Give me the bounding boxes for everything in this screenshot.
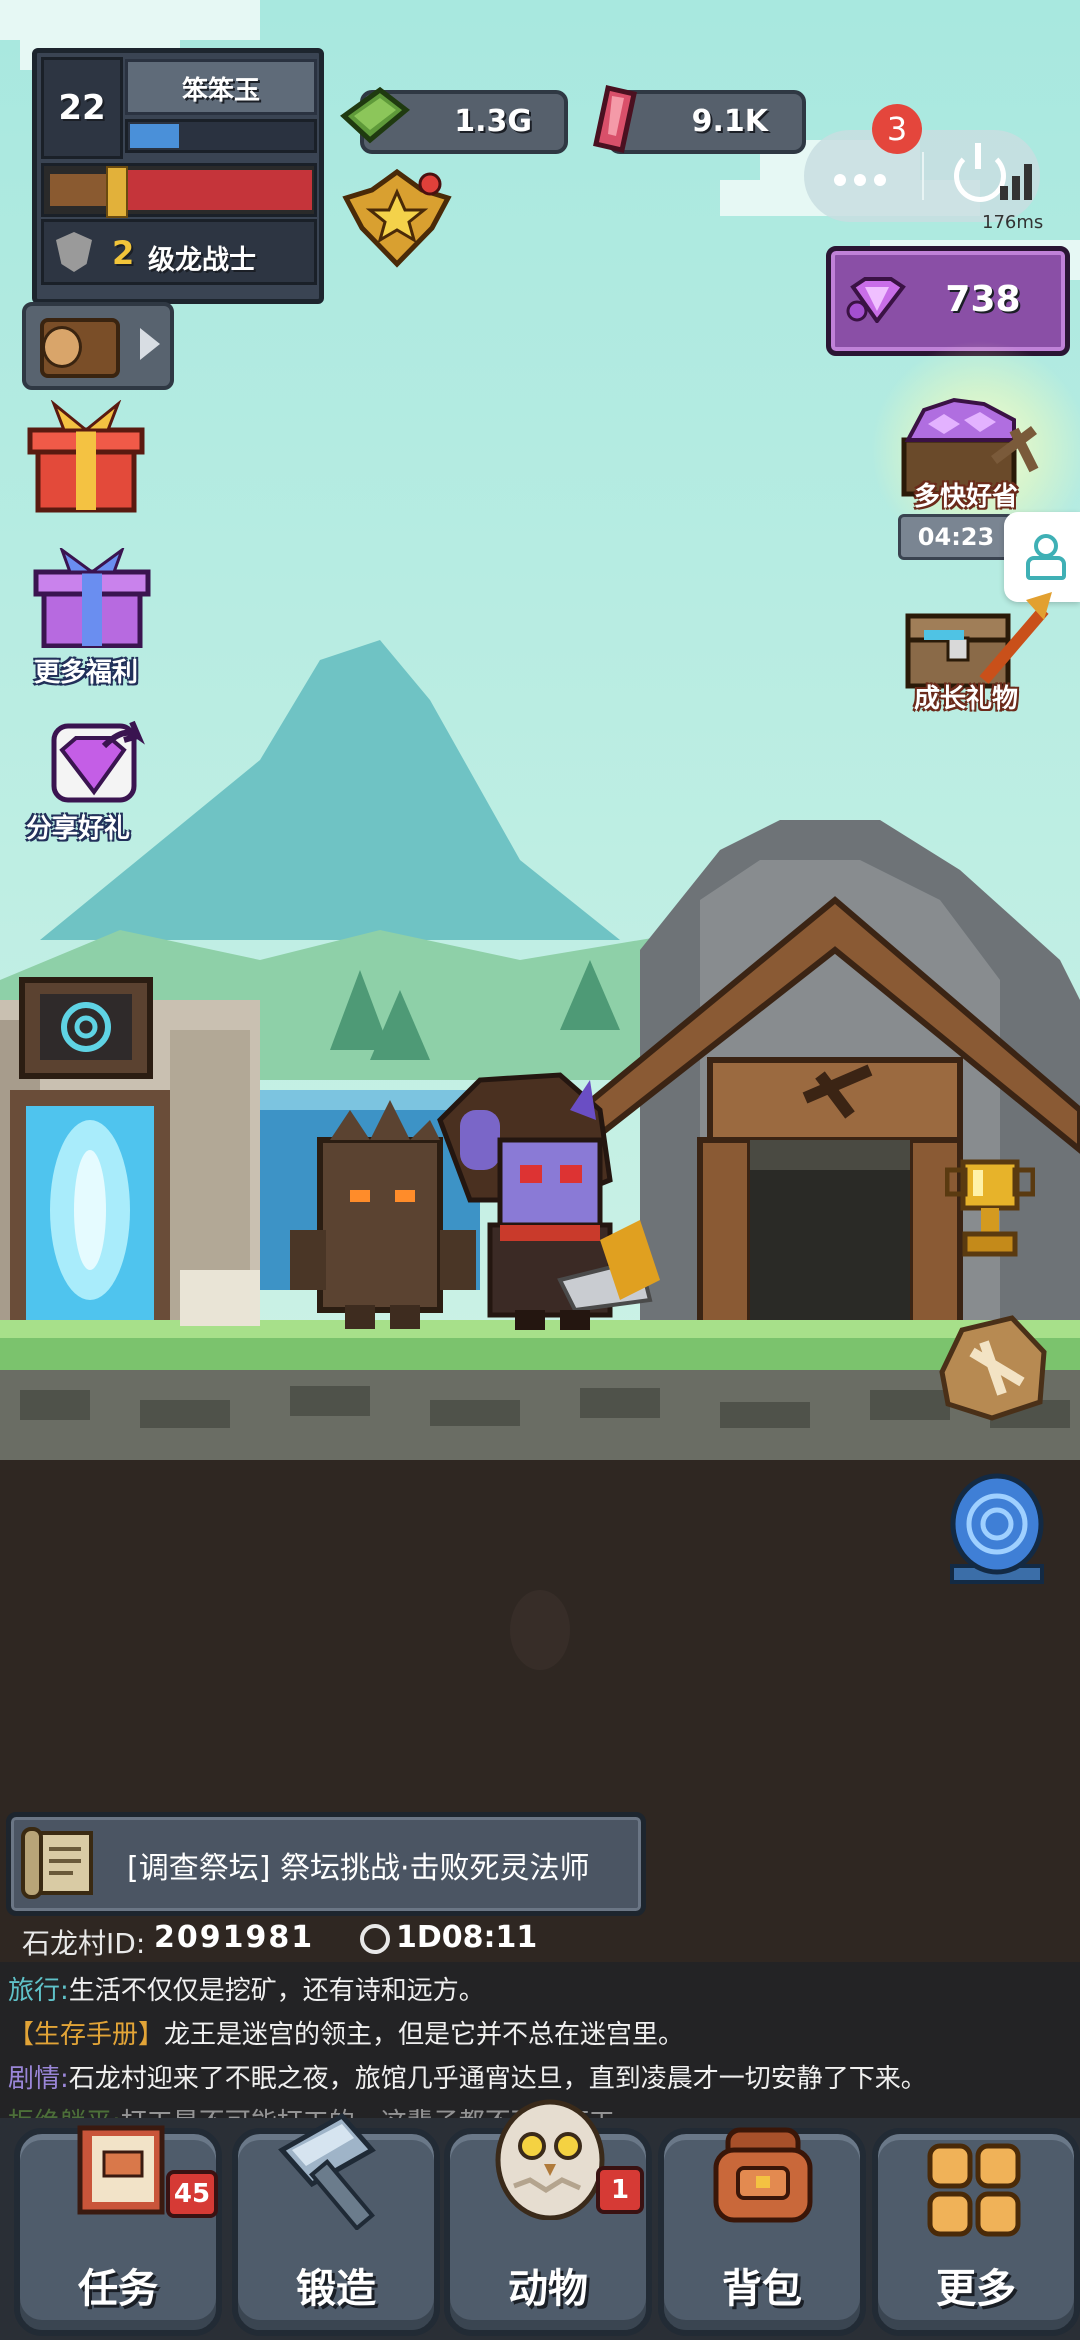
nav-tasks-label: 任务 [78, 2266, 158, 2312]
nav-forge-label: 锻造 [296, 2266, 376, 2312]
village-id-row: 石龙村ID: 2091981 1D08:11 [0, 1916, 1080, 1960]
player-panel[interactable]: 22 笨笨玉 2 级龙战士 [32, 48, 324, 304]
log-text: 龙王是迷宫的领主，但是它并不总在迷宫里。 [164, 2020, 685, 2050]
grid-menu-icon [924, 2142, 1024, 2238]
wood-resource-button[interactable] [22, 302, 174, 390]
scroll-icon [19, 1823, 103, 1903]
nav-animals-button[interactable]: 动物 [444, 2099, 652, 2336]
log-line: 旅行:生活不仅仅是挖矿，还有诗和远方。 [8, 1970, 485, 2007]
growth-gift-label: 成长礼物 [914, 684, 1019, 714]
rank-box: 2 级龙战士 [41, 219, 317, 285]
more-welfare-button[interactable]: 更多福利 [24, 548, 154, 688]
exp-bar [125, 119, 317, 153]
animals-badge: 1 [596, 2166, 644, 2214]
purple-gem-icon [845, 277, 909, 325]
nav-more-label: 更多 [936, 2266, 1016, 2312]
owl-egg-icon [490, 2090, 610, 2221]
hp-bar [41, 163, 317, 218]
log-line: 剧情:石龙村迎来了不眠之夜，旅馆几乎通宵达旦，直到凌晨才一切安静了下来。 [8, 2058, 927, 2095]
sword-guard-icon [106, 166, 128, 218]
nav-bag-button[interactable]: 背包 [658, 2127, 866, 2336]
share-gem-icon [51, 720, 145, 803]
level-box: 22 [41, 57, 123, 159]
miniapp-capsule[interactable] [804, 130, 1040, 222]
hp-bar-fill [117, 170, 312, 210]
gift-box-button[interactable] [24, 399, 148, 516]
red-crystal-icon [590, 84, 640, 154]
signal-bars-icon [1000, 160, 1036, 200]
notification-badge: 3 [872, 104, 922, 154]
more-welfare-label: 更多福利 [34, 658, 139, 688]
offer-timer: 04:23 [898, 514, 1014, 560]
trophy-icon[interactable] [944, 1158, 1036, 1268]
cash-value: 1.3G [454, 104, 532, 139]
player-level: 22 [58, 88, 106, 128]
star-medal-icon[interactable] [342, 168, 452, 268]
village-timer: 1D08:11 [396, 1920, 538, 1955]
pickaxe-ore-icon[interactable] [932, 1312, 1050, 1422]
player-name-box: 笨笨玉 [125, 59, 317, 115]
purple-gift-icon [33, 548, 151, 648]
player-name: 笨笨玉 [181, 76, 260, 106]
power-icon[interactable] [954, 143, 1006, 202]
quest-bar[interactable]: [调查祭坛] 祭坛挑战·击败死灵法师 [6, 1812, 646, 1916]
tasks-badge: 45 [166, 2170, 218, 2218]
growth-gift-button[interactable]: 成长礼物 [880, 580, 1080, 730]
nav-animals-label: 动物 [508, 2266, 588, 2312]
latency-text: 176ms [982, 212, 1044, 233]
rank-number: 2 [112, 234, 135, 272]
more-dots-icon[interactable] [834, 168, 886, 186]
assistant-icon [1026, 534, 1066, 580]
task-book-icon [70, 2122, 170, 2218]
exp-bar-fill [130, 124, 180, 148]
wood-log-icon [40, 318, 120, 378]
gems-value: 738 [945, 279, 1021, 320]
gems-counter[interactable]: 738 [826, 246, 1070, 356]
cash-bundle-icon [340, 86, 410, 146]
nav-tasks-button[interactable]: 任务 [14, 2125, 222, 2336]
offer-label: 多快好省 [914, 482, 1019, 512]
shield-icon [56, 232, 92, 272]
clock-icon [360, 1924, 390, 1954]
rank-title: 级龙战士 [148, 245, 256, 276]
nav-forge-button[interactable]: 锻造 [232, 2112, 440, 2336]
quest-text: [调查祭坛] 祭坛挑战·击败死灵法师 [127, 1851, 590, 1886]
backpack-icon [708, 2120, 818, 2224]
sword-hilt-icon [50, 174, 110, 206]
share-gift-button[interactable]: 分享好礼 [24, 716, 154, 856]
capsule-divider [922, 152, 924, 200]
treasure-chest-icon [894, 590, 1054, 690]
log-tag: 【生存手册】 [8, 2020, 165, 2050]
log-text: 生活不仅仅是挖矿，还有诗和远方。 [68, 1976, 485, 2006]
portal-swirl-icon[interactable] [944, 1470, 1050, 1586]
village-id-label: 石龙村ID: [22, 1927, 146, 1960]
nav-bag-label: 背包 [722, 2266, 802, 2312]
nav-more-button[interactable]: 更多 [872, 2128, 1080, 2336]
share-gift-label: 分享好礼 [26, 814, 131, 844]
crystal-value: 9.1K [691, 104, 768, 139]
shadow-icon [510, 1590, 570, 1670]
village-id-value: 2091981 [154, 1920, 315, 1955]
hammer-icon [262, 2110, 402, 2232]
expand-arrow-icon [140, 328, 160, 360]
log-line: 【生存手册】龙王是迷宫的领主，但是它并不总在迷宫里。 [8, 2014, 684, 2051]
log-tag: 旅行: [8, 1976, 69, 2006]
log-tag: 剧情: [8, 2064, 69, 2094]
red-gift-icon [27, 399, 145, 513]
